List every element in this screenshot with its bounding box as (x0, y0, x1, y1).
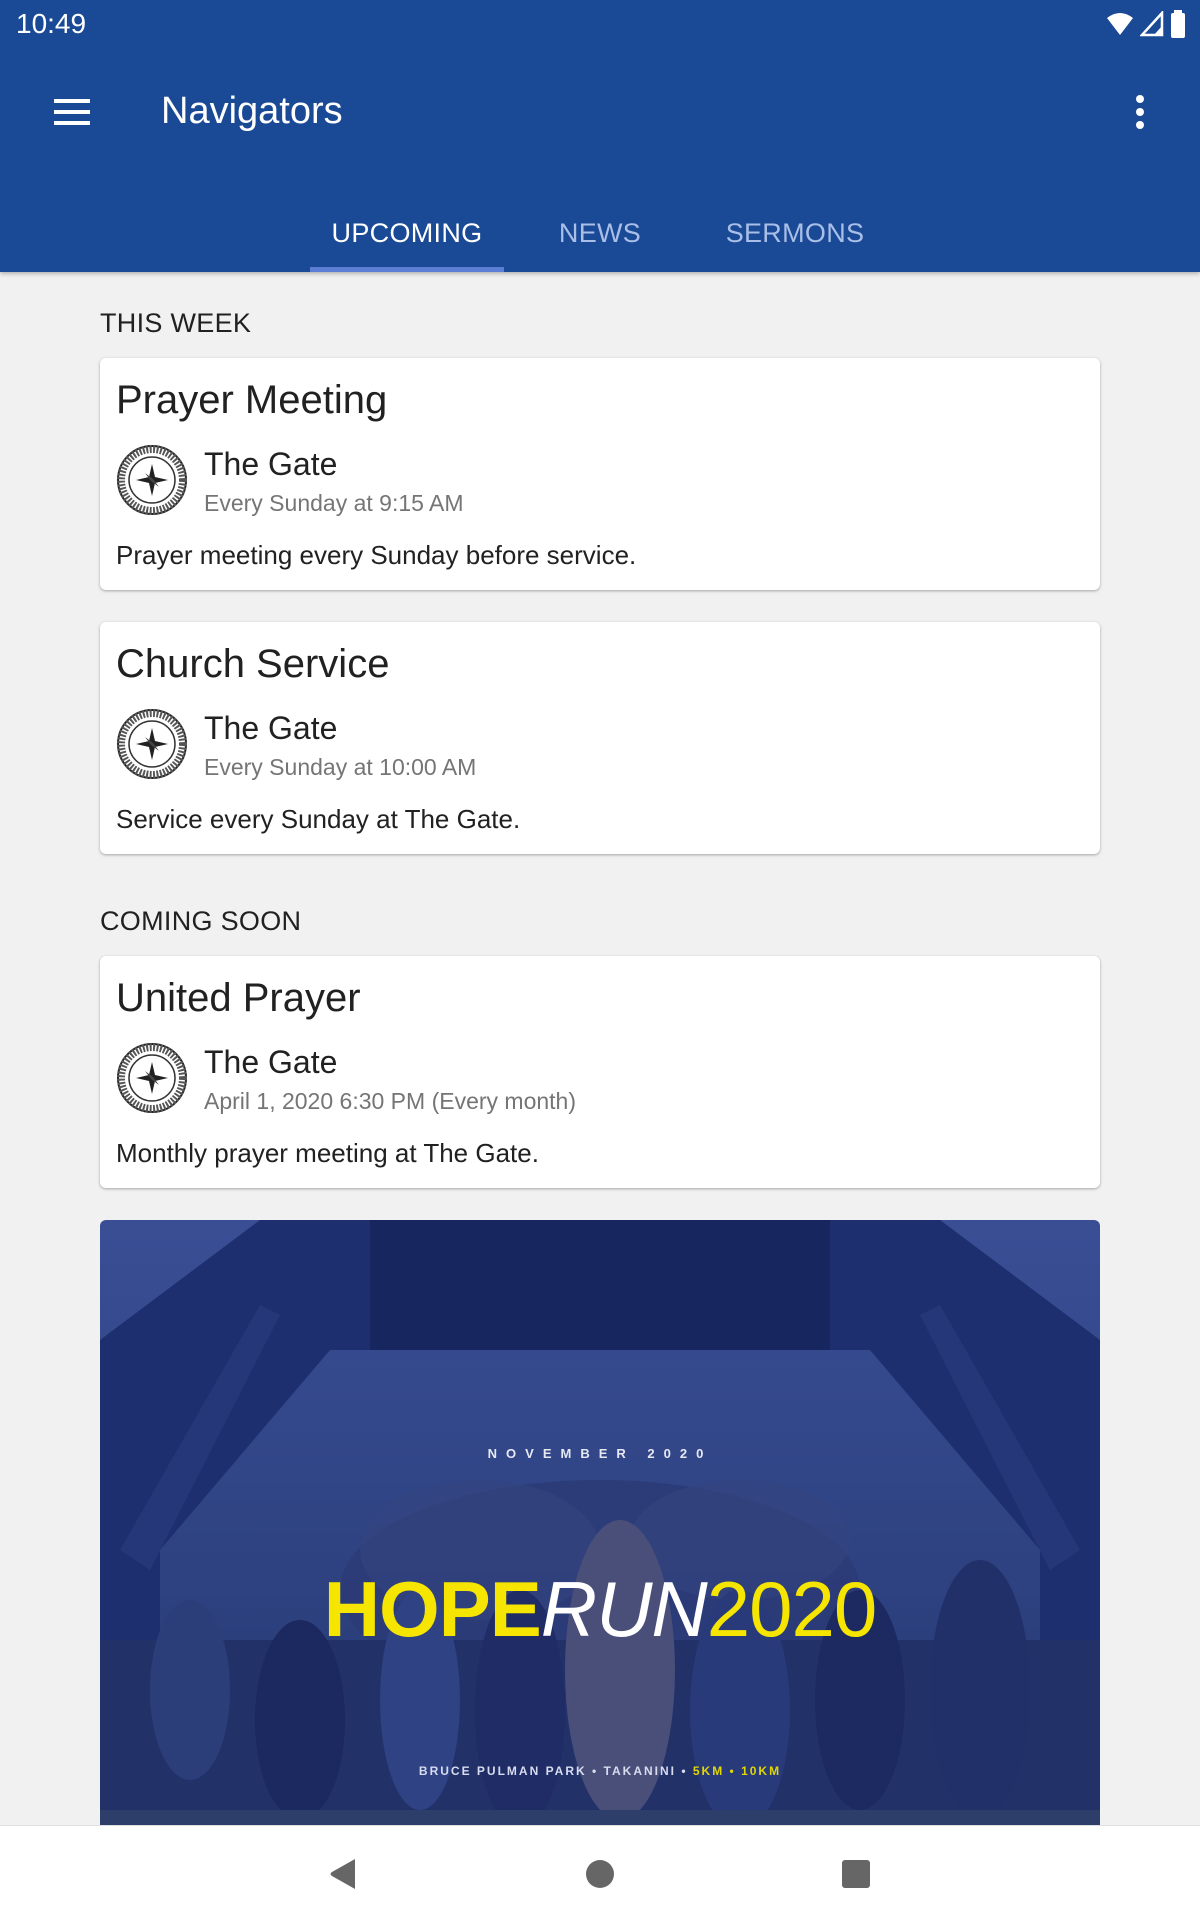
banner-location: BRUCE PULMAN PARK • TAKANINI • 5KM • 10K… (100, 1764, 1100, 1778)
section-header-coming-soon: COMING SOON (100, 906, 302, 936)
event-title: United Prayer (116, 976, 361, 1020)
status-icons (1106, 10, 1186, 38)
overflow-menu-button[interactable] (1120, 88, 1160, 136)
event-title: Prayer Meeting (116, 378, 388, 422)
event-venue: The Gate (204, 1044, 338, 1080)
banner-venue: BRUCE PULMAN PARK • TAKANINI • (418, 1764, 693, 1778)
section-header-this-week: THIS WEEK (100, 308, 252, 338)
menu-button[interactable] (40, 88, 104, 136)
church-logo-icon (117, 445, 187, 515)
church-logo-icon (117, 709, 187, 779)
app-title: Navigators (161, 90, 343, 132)
status-time: 10:49 (16, 8, 87, 39)
event-card[interactable]: Prayer Meeting The Gate Every Sunday at … (100, 358, 1100, 590)
banner-distances: 5KM • 10KM (692, 1764, 782, 1778)
recents-button[interactable] (826, 1846, 886, 1902)
event-venue: The Gate (204, 446, 338, 482)
church-logo-icon (117, 1043, 187, 1113)
wifi-icon (1107, 13, 1133, 35)
event-title: Church Service (116, 642, 390, 686)
banner-photo (100, 1220, 1100, 1825)
back-button[interactable] (313, 1846, 373, 1902)
back-triangle-icon (330, 1859, 355, 1889)
cellular-signal-icon (1140, 11, 1164, 37)
tab-sermons[interactable]: SERMONS (696, 194, 894, 272)
hope-run-banner[interactable]: NOVEMBER 2020 HOPERUN2020 BRUCE PULMAN P… (100, 1220, 1100, 1825)
event-description: Prayer meeting every Sunday before servi… (116, 540, 637, 570)
event-card[interactable]: Church Service The Gate Every Sunday at … (100, 622, 1100, 854)
recents-square-icon (842, 1860, 870, 1888)
hamburger-menu-icon (54, 99, 90, 125)
banner-title-year: 2020 (706, 1565, 878, 1653)
battery-icon (1171, 10, 1185, 38)
event-venue: The Gate (204, 710, 338, 746)
upcoming-list[interactable]: THIS WEEK Prayer Meeting The Gate Every … (0, 272, 1200, 1825)
banner-title-run: RUN (540, 1565, 708, 1653)
home-circle-icon (586, 1860, 614, 1888)
banner-title-hope: HOPE (323, 1565, 542, 1653)
tab-upcoming[interactable]: UPCOMING (310, 194, 504, 272)
app-header: 10:49 Navigators UPCOMING NEWS SERMONS (0, 0, 1200, 272)
tab-bar: UPCOMING NEWS SERMONS (310, 194, 894, 272)
system-navigation-bar (0, 1825, 1200, 1921)
banner-title: HOPERUN2020 (100, 1570, 1100, 1648)
event-schedule: Every Sunday at 10:00 AM (204, 754, 477, 780)
event-description: Monthly prayer meeting at The Gate. (116, 1138, 539, 1168)
home-button[interactable] (570, 1846, 630, 1902)
banner-date: NOVEMBER 2020 (487, 1446, 713, 1461)
event-card[interactable]: United Prayer The Gate April 1, 2020 6:3… (100, 956, 1100, 1188)
more-vertical-icon (1136, 95, 1144, 129)
event-description: Service every Sunday at The Gate. (116, 804, 521, 834)
event-schedule: Every Sunday at 9:15 AM (204, 490, 464, 516)
event-schedule: April 1, 2020 6:30 PM (Every month) (204, 1088, 576, 1114)
tab-news[interactable]: NEWS (504, 194, 696, 272)
